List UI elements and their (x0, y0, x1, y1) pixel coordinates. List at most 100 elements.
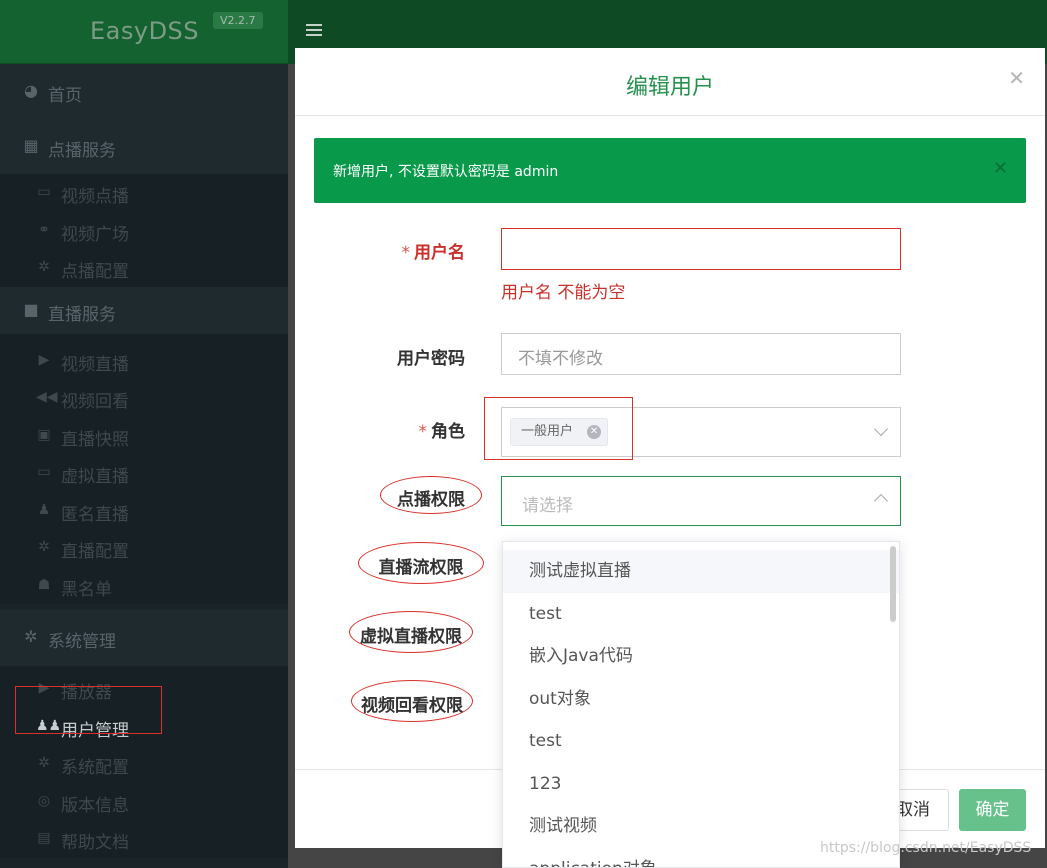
ghost-icon: ☗ (37, 576, 51, 593)
sidebar-item-label: 帮助文档 (61, 833, 129, 853)
sidebar-sub-live: ▶ 视频直播 ◀◀ 视频回看 ▣ 直播快照 ▭ 虚拟直播 ♟ 匿名直播 ✲ 直播… (0, 333, 288, 605)
close-icon[interactable]: ✕ (1008, 66, 1025, 90)
sidebar: EasyDSS V2.2.7 ◕ 首页 ▦ 点播服务 ▭ 视频点播 ⚭ 视频广场… (0, 0, 288, 868)
video-camera-icon: ■ (23, 299, 39, 319)
book-icon: ▤ (37, 830, 51, 846)
gear-icon: ✲ (38, 259, 50, 275)
sidebar-item-system-config[interactable]: ✲ 系统配置 (0, 745, 288, 783)
password-placeholder: 不填不修改 (518, 349, 603, 369)
sidebar-item-label: 视频点播 (61, 187, 129, 207)
highlight-ellipse-live-perm: 直播流权限 (358, 542, 484, 584)
sidebar-group-label: 首页 (48, 86, 82, 106)
sidebar-item-label: 直播配置 (61, 542, 129, 562)
sidebar-item-label: 视频回看 (61, 392, 129, 412)
role-label-text: 角色 (431, 422, 465, 442)
chevron-up-icon (873, 493, 889, 509)
laptop-icon: ▭ (37, 464, 51, 480)
modal-title: 编辑用户 (625, 75, 714, 100)
brand-name: EasyDSS (90, 17, 200, 45)
brand-header: EasyDSS V2.2.7 (0, 0, 288, 64)
sidebar-item-label: 虚拟直播 (61, 467, 129, 487)
sidebar-item-live-snapshot[interactable]: ▣ 直播快照 (0, 417, 288, 455)
username-label-text: 用户名 (414, 243, 465, 263)
username-input[interactable] (501, 228, 901, 270)
sidebar-item-label: 匿名直播 (61, 504, 129, 525)
dropdown-pad (503, 542, 899, 550)
menu-toggle-icon[interactable] (306, 24, 322, 38)
version-badge: V2.2.7 (213, 12, 263, 29)
sidebar-group-label: 直播服务 (48, 304, 116, 325)
dropdown-option[interactable]: 测试虚拟直播 (503, 550, 899, 593)
playback-perm-label: 视频回看权限 (361, 696, 463, 716)
sidebar-item-live-playback[interactable]: ◀◀ 视频回看 (0, 379, 288, 417)
binoculars-icon: ⚭ (38, 221, 50, 238)
dropdown-option[interactable]: test (503, 593, 899, 636)
monitor-icon: ▭ (37, 184, 51, 200)
sidebar-item-live-virtual[interactable]: ▭ 虚拟直播 (0, 454, 288, 492)
modal-header: 编辑用户 ✕ (295, 48, 1045, 116)
vod-perm-label: 点播权限 (397, 490, 465, 510)
highlight-box-user-management (15, 686, 162, 734)
sidebar-item-live-anonymous[interactable]: ♟ 匿名直播 (0, 492, 288, 530)
sidebar-item-label: 视频直播 (61, 354, 129, 375)
dropdown-option[interactable]: 嵌入Java代码 (503, 635, 899, 678)
virtual-perm-label: 虚拟直播权限 (360, 627, 462, 647)
dashboard-icon: ◕ (24, 81, 38, 100)
vod-perm-dropdown: 测试虚拟直播 test 嵌入Java代码 out对象 test 123 测试视频… (502, 541, 900, 868)
live-perm-label: 直播流权限 (378, 558, 464, 578)
watermark: https://blog.csdn.net/EasyDSS (820, 840, 1032, 856)
sidebar-group-system[interactable]: ✲ 系统管理 (0, 610, 288, 666)
vod-perm-select[interactable]: 请选择 (501, 476, 901, 526)
password-label: 用户密码 (397, 349, 465, 369)
film-icon: ▦ (23, 136, 39, 155)
sidebar-group-label: 系统管理 (48, 632, 116, 652)
sidebar-group-label: 点播服务 (48, 141, 116, 161)
sidebar-item-version[interactable]: ◎ 版本信息 (0, 783, 288, 821)
dropdown-option[interactable]: 123 (503, 763, 899, 806)
sidebar-item-label: 系统配置 (61, 758, 129, 778)
sidebar-item-live-list[interactable]: ▶ 视频直播 (0, 342, 288, 380)
sidebar-item-vod-list[interactable]: ▭ 视频点播 (0, 174, 288, 212)
sidebar-group-vod[interactable]: ▦ 点播服务 (0, 119, 288, 174)
gears-icon: ✲ (24, 627, 38, 646)
alert-close-icon[interactable]: ✕ (993, 158, 1008, 179)
dropdown-option[interactable]: test (503, 720, 899, 763)
gear-icon: ✲ (38, 755, 50, 771)
sidebar-item-label: 点播配置 (61, 262, 129, 282)
life-ring-icon: ◎ (37, 792, 51, 809)
confirm-button[interactable]: 确定 (959, 789, 1026, 831)
sidebar-item-live-config[interactable]: ✲ 直播配置 (0, 529, 288, 567)
dropdown-option[interactable]: out对象 (503, 678, 899, 721)
sidebar-group-live[interactable]: ■ 直播服务 (0, 286, 288, 334)
alert-text: 新增用户, 不设置默认密码是 admin (333, 164, 559, 180)
sidebar-item-label: 视频广场 (61, 224, 129, 245)
highlight-ellipse-virtual-perm: 虚拟直播权限 (349, 611, 473, 653)
sidebar-item-label: 黑名单 (61, 579, 112, 600)
highlight-ellipse-playback-perm: 视频回看权限 (351, 680, 473, 722)
role-label: * 角色 (315, 417, 466, 442)
info-alert: 新增用户, 不设置默认密码是 admin ✕ (314, 138, 1026, 203)
required-mark: * (401, 243, 411, 263)
image-icon: ▣ (37, 426, 51, 443)
dropdown-scrollbar[interactable] (890, 546, 896, 622)
username-label: * 用户名 (315, 238, 466, 263)
vod-perm-placeholder: 请选择 (522, 496, 573, 516)
highlight-ellipse-vod-perm: 点播权限 (380, 476, 482, 514)
sidebar-item-label: 版本信息 (61, 795, 129, 816)
highlight-box-role (484, 397, 633, 460)
user-secret-icon: ♟ (37, 501, 51, 518)
required-mark: * (418, 422, 428, 442)
gear-icon: ✲ (38, 539, 50, 555)
play-square-icon: ▶ (38, 351, 50, 368)
sidebar-item-label: 直播快照 (61, 429, 129, 450)
sidebar-item-help[interactable]: ▤ 帮助文档 (0, 820, 288, 858)
sidebar-sub-vod: ▭ 视频点播 ⚭ 视频广场 ✲ 点播配置 (0, 174, 288, 287)
sidebar-item-live-blacklist[interactable]: ☗ 黑名单 (0, 567, 288, 605)
chevron-down-icon (873, 421, 889, 437)
sidebar-group-home[interactable]: ◕ 首页 (0, 64, 288, 119)
sidebar-item-vod-config[interactable]: ✲ 点播配置 (0, 249, 288, 287)
app-root: EasyDSS V2.2.7 ◕ 首页 ▦ 点播服务 ▭ 视频点播 ⚭ 视频广场… (0, 0, 1047, 868)
sidebar-item-vod-square[interactable]: ⚭ 视频广场 (0, 212, 288, 250)
backward-icon: ◀◀ (36, 389, 58, 405)
password-input[interactable]: 不填不修改 (501, 333, 901, 375)
